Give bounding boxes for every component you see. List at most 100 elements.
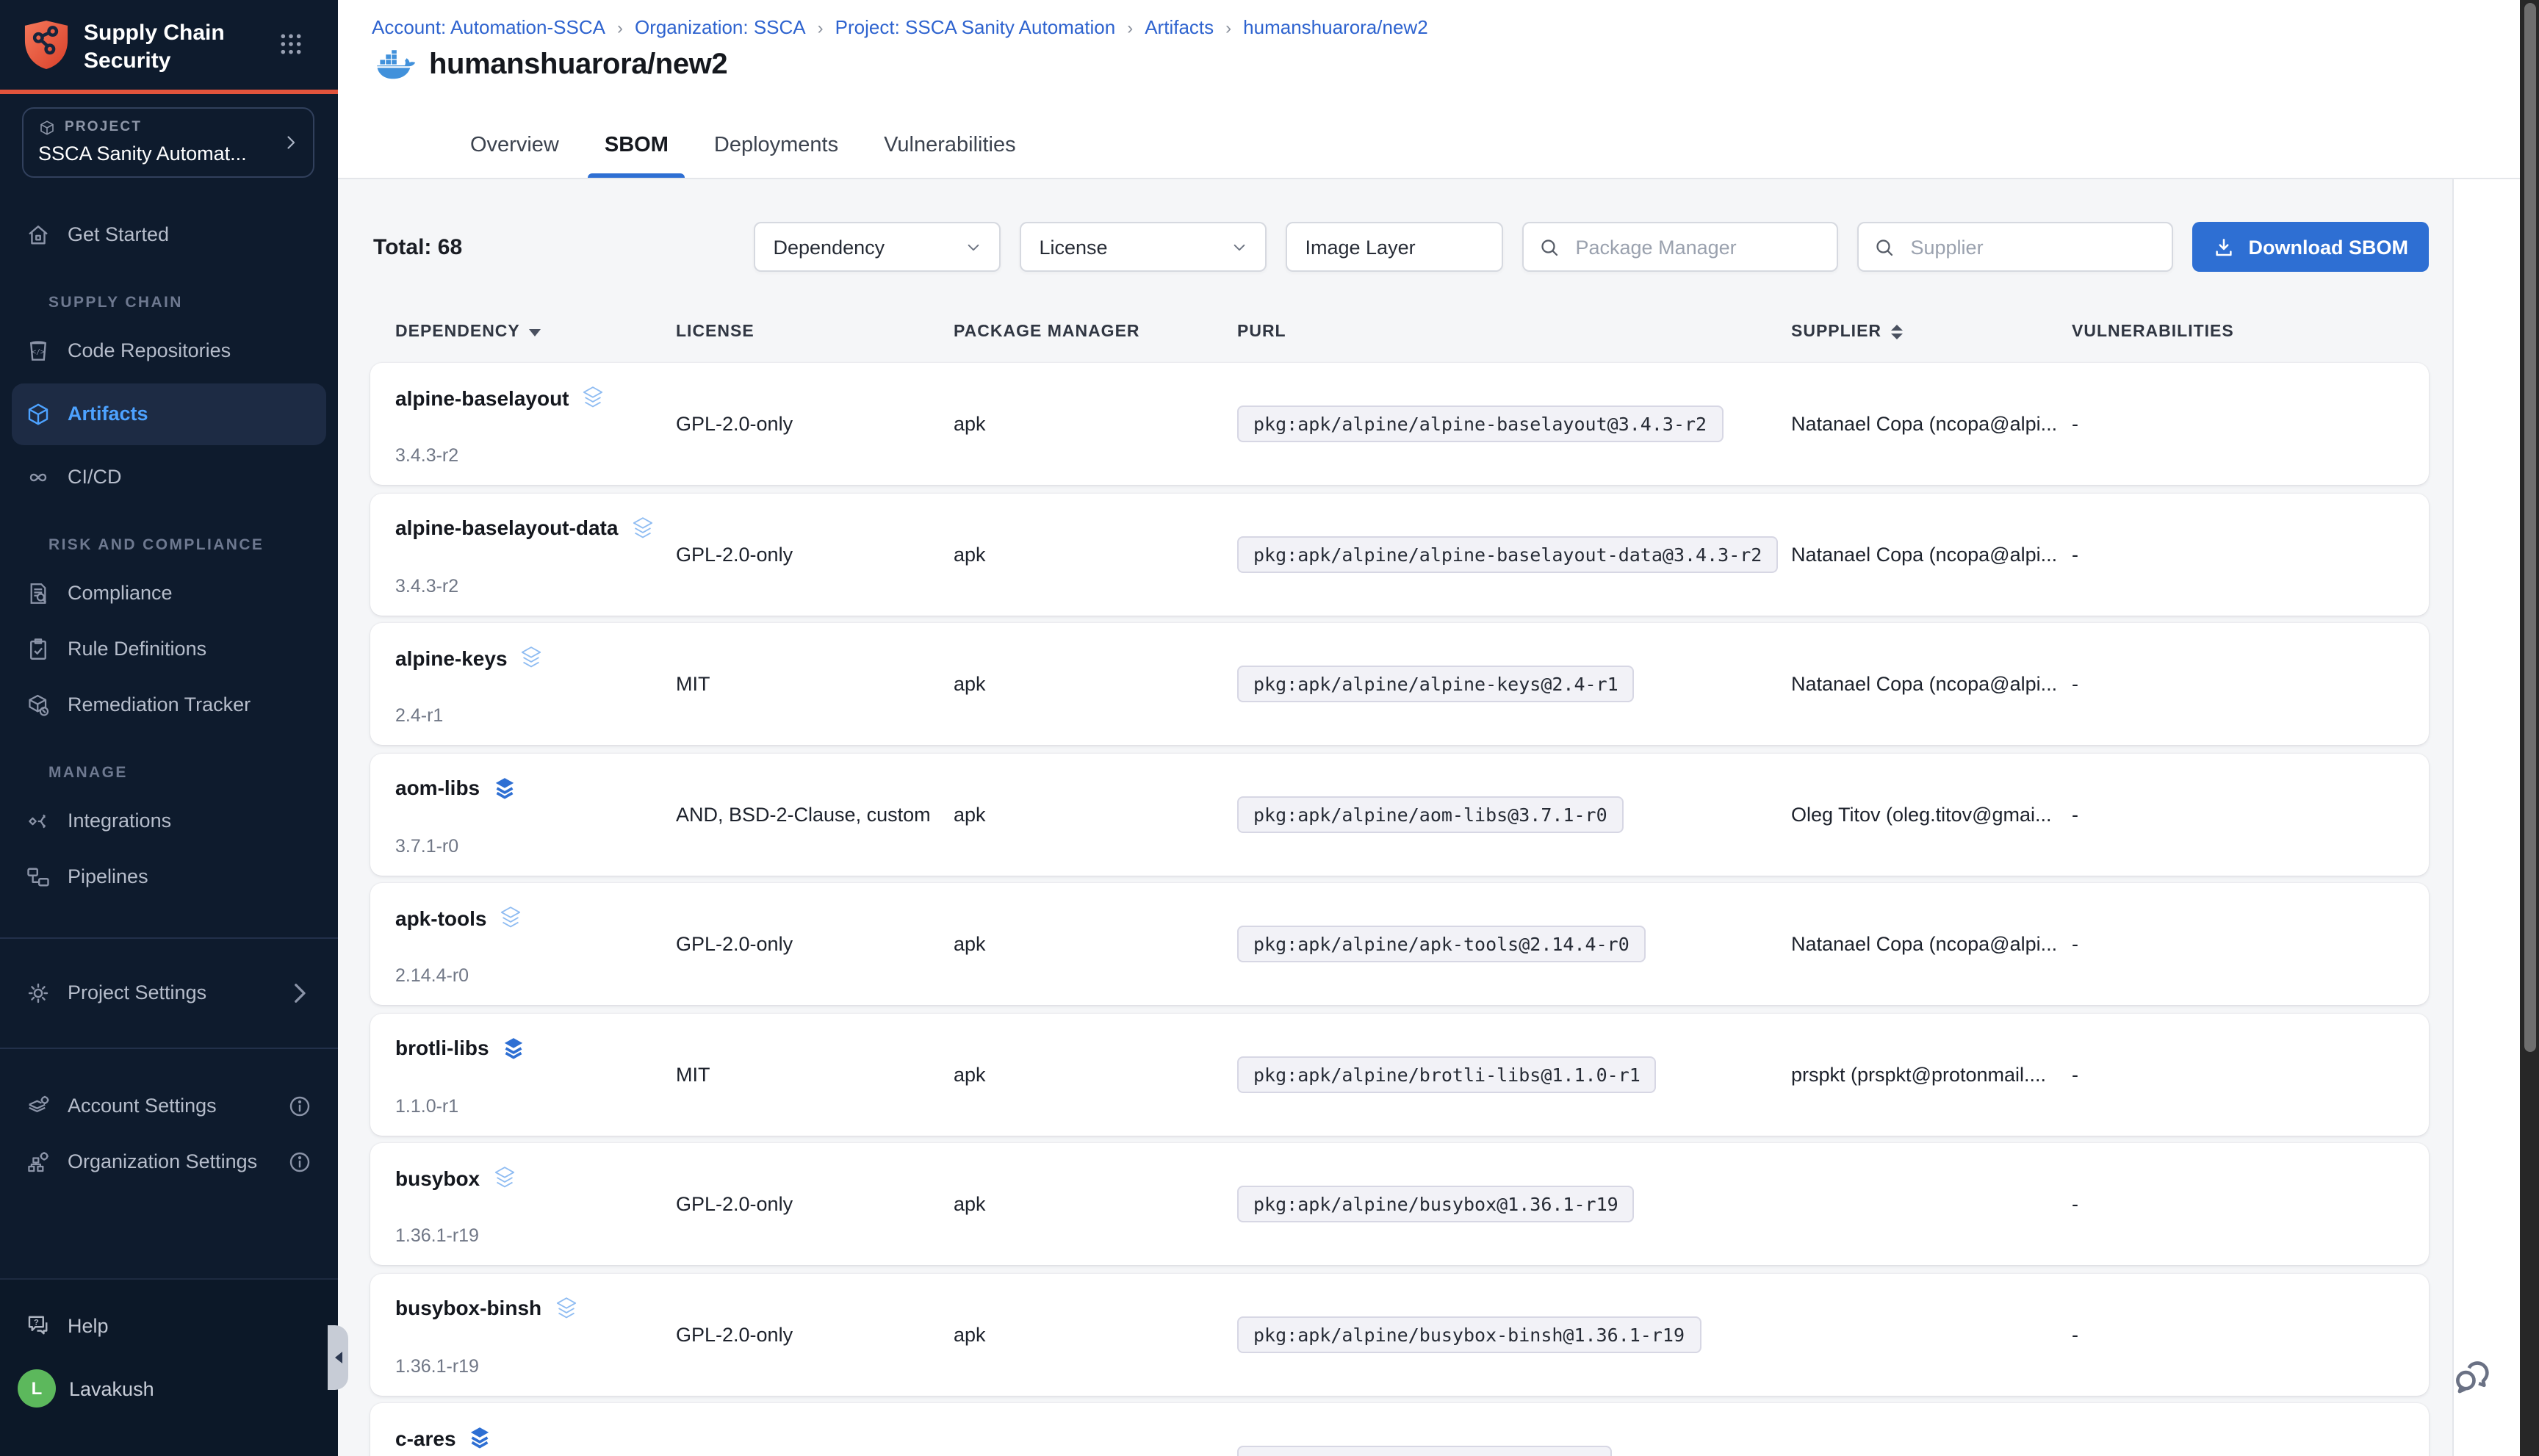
table-row[interactable]: alpine-baselayout-data 3.4.3-r2 GPL-2.0-… bbox=[370, 493, 2429, 615]
breadcrumb-separator: › bbox=[617, 17, 623, 37]
supplier-cell: Natanael Copa (ncopa@alpi... bbox=[1791, 673, 2072, 695]
image-layer-icon bbox=[630, 515, 655, 540]
scrollbar-thumb[interactable] bbox=[2524, 3, 2535, 1052]
project-selector[interactable]: PROJECT SSCA Sanity Automat... bbox=[22, 107, 314, 177]
breadcrumb-link[interactable]: Project: SSCA Sanity Automation bbox=[835, 16, 1116, 38]
breadcrumb-link[interactable]: Organization: SSCA bbox=[635, 16, 806, 38]
document-search-icon bbox=[25, 580, 51, 606]
page-scrollbar[interactable] bbox=[2520, 0, 2539, 1456]
chevron-right-icon bbox=[287, 979, 313, 1006]
breadcrumb-link[interactable]: humanshuarora/new2 bbox=[1243, 16, 1428, 38]
purl-chip[interactable]: pkg:apk/alpine/busybox@1.36.1-r19 bbox=[1237, 1186, 1635, 1222]
table-row[interactable]: c-ares MIT apk pkg:apk/alpine/c-ares@1.2… bbox=[370, 1403, 2429, 1456]
download-sbom-button[interactable]: Download SBOM bbox=[2193, 222, 2430, 272]
sidebar-item-rule-definitions[interactable]: Rule Definitions bbox=[0, 621, 338, 677]
breadcrumb-link[interactable]: Artifacts bbox=[1145, 16, 1214, 38]
table-row[interactable]: apk-tools 2.14.4-r0 GPL-2.0-only apk pkg… bbox=[370, 883, 2429, 1005]
tab-vulnerabilities[interactable]: Vulnerabilities bbox=[881, 122, 1018, 178]
sidebar-item-compliance[interactable]: Compliance bbox=[0, 565, 338, 621]
dependency-name: aom-libs bbox=[395, 776, 480, 799]
license-cell: MIT bbox=[676, 1063, 954, 1085]
total-count: Total: 68 bbox=[373, 234, 462, 259]
purl-cell: pkg:apk/alpine/aom-libs@3.7.1-r0 bbox=[1237, 796, 1791, 832]
user-name: Lavakush bbox=[69, 1377, 154, 1399]
project-name: SSCA Sanity Automat... bbox=[38, 142, 298, 164]
sbom-content: Total: 68 Dependency License Image Layer bbox=[338, 178, 2539, 1456]
infinity-icon bbox=[25, 464, 51, 490]
column-supplier[interactable]: SUPPLIER bbox=[1791, 323, 2072, 341]
chat-support-icon[interactable] bbox=[2448, 1353, 2498, 1403]
table-row[interactable]: brotli-libs 1.1.0-r1 MIT apk pkg:apk/alp… bbox=[370, 1013, 2429, 1135]
purl-chip[interactable]: pkg:apk/alpine/alpine-baselayout@3.4.3-r… bbox=[1237, 406, 1723, 442]
sidebar-collapse-handle[interactable] bbox=[328, 1325, 348, 1390]
sidebar-item-code-repositories[interactable]: Code Repositories bbox=[0, 322, 338, 378]
tab-deployments[interactable]: Deployments bbox=[711, 122, 841, 178]
dependency-name: alpine-baselayout bbox=[395, 386, 569, 409]
package-manager-search bbox=[1523, 222, 1839, 272]
image-layer-filter-dropdown[interactable]: Image Layer bbox=[1286, 222, 1504, 272]
chevron-down-icon bbox=[1232, 239, 1248, 255]
dependency-filter-dropdown[interactable]: Dependency bbox=[755, 222, 1001, 272]
purl-chip[interactable]: pkg:apk/alpine/aom-libs@3.7.1-r0 bbox=[1237, 796, 1624, 832]
package-manager-search-input[interactable] bbox=[1573, 234, 1823, 259]
table-row[interactable]: aom-libs 3.7.1-r0 AND, BSD-2-Clause, cus… bbox=[370, 753, 2429, 875]
table-row[interactable]: alpine-baselayout 3.4.3-r2 GPL-2.0-only … bbox=[370, 363, 2429, 485]
sidebar-item-get-started[interactable]: Get Started bbox=[0, 206, 338, 262]
package-manager-cell: apk bbox=[954, 1063, 1237, 1085]
sidebar-item-project-settings[interactable]: Project Settings bbox=[0, 965, 338, 1020]
sidebar-item-remediation-tracker[interactable]: Remediation Tracker bbox=[0, 677, 338, 732]
table-row[interactable]: busybox 1.36.1-r19 GPL-2.0-only apk pkg:… bbox=[370, 1143, 2429, 1265]
purl-chip[interactable]: pkg:apk/alpine/c-ares@1.27.0-r0 bbox=[1237, 1446, 1613, 1456]
dependency-filter-label: Dependency bbox=[774, 236, 885, 258]
dependency-name: c-ares bbox=[395, 1426, 456, 1449]
sidebar-item-cicd[interactable]: CI/CD bbox=[0, 449, 338, 505]
sort-desc-icon bbox=[529, 328, 541, 336]
tab-overview[interactable]: Overview bbox=[467, 122, 562, 178]
download-sbom-label: Download SBOM bbox=[2249, 236, 2409, 258]
filter-group: Dependency License Image Layer bbox=[755, 222, 2430, 272]
user-menu[interactable]: L Lavakush bbox=[0, 1359, 338, 1418]
purl-chip[interactable]: pkg:apk/alpine/apk-tools@2.14.4-r0 bbox=[1237, 926, 1646, 962]
sidebar-item-pipelines[interactable]: Pipelines bbox=[0, 848, 338, 904]
sidebar-item-artifacts[interactable]: Artifacts bbox=[12, 383, 326, 444]
supplier-search-input[interactable] bbox=[1908, 234, 2158, 259]
image-layer-filter-label: Image Layer bbox=[1305, 236, 1416, 258]
app-root: Total: 68 Dependency License Image Layer bbox=[0, 0, 2539, 1456]
vulnerabilities-cell: - bbox=[2072, 933, 2429, 955]
breadcrumb-link[interactable]: Account: Automation-SSCA bbox=[372, 16, 605, 38]
supplier-cell: Oleg Titov (oleg.titov@gmai... bbox=[1791, 803, 2072, 825]
page-header: Account: Automation-SSCA › Organization: S… bbox=[338, 0, 2539, 179]
table-row[interactable]: busybox-binsh 1.36.1-r19 GPL-2.0-only ap… bbox=[370, 1273, 2429, 1395]
purl-chip[interactable]: pkg:apk/alpine/brotli-libs@1.1.0-r1 bbox=[1237, 1056, 1657, 1092]
organization-settings-icon bbox=[25, 1148, 51, 1175]
gear-icon bbox=[25, 979, 51, 1006]
column-license: LICENSE bbox=[676, 323, 954, 341]
table-row[interactable]: alpine-keys 2.4-r1 MIT apk pkg:apk/alpin… bbox=[370, 623, 2429, 745]
supplier-cell: prspkt (prspkt@protonmail.... bbox=[1791, 1063, 2072, 1085]
dependency-cell: alpine-keys 2.4-r1 bbox=[395, 623, 676, 745]
dependency-name: alpine-keys bbox=[395, 646, 508, 669]
purl-chip[interactable]: pkg:apk/alpine/alpine-baselayout-data@3.… bbox=[1237, 536, 1778, 572]
module-grid-icon[interactable] bbox=[279, 32, 303, 56]
sidebar-item-account-settings[interactable]: Account Settings bbox=[0, 1078, 338, 1134]
box-wrench-icon bbox=[25, 691, 51, 718]
dependency-version: 2.4-r1 bbox=[395, 705, 676, 726]
sidebar-item-integrations[interactable]: Integrations bbox=[0, 793, 338, 848]
purl-chip[interactable]: pkg:apk/alpine/alpine-keys@2.4-r1 bbox=[1237, 666, 1635, 702]
info-icon bbox=[287, 1092, 313, 1119]
dependency-name: alpine-baselayout-data bbox=[395, 516, 618, 539]
license-filter-label: License bbox=[1040, 236, 1108, 258]
docker-icon bbox=[376, 50, 416, 81]
image-layer-icon bbox=[581, 385, 606, 410]
tab-sbom[interactable]: SBOM bbox=[602, 122, 671, 178]
sidebar-item-organization-settings[interactable]: Organization Settings bbox=[0, 1134, 338, 1189]
vulnerabilities-cell: - bbox=[2072, 1063, 2429, 1085]
package-manager-cell: apk bbox=[954, 543, 1237, 565]
column-dependency[interactable]: DEPENDENCY bbox=[395, 323, 676, 341]
tab-bar: Overview SBOM Deployments Vulnerabilitie… bbox=[467, 122, 1019, 178]
license-filter-dropdown[interactable]: License bbox=[1020, 222, 1267, 272]
purl-chip[interactable]: pkg:apk/alpine/busybox-binsh@1.36.1-r19 bbox=[1237, 1316, 1701, 1352]
help-button[interactable]: Help bbox=[0, 1297, 338, 1353]
search-icon bbox=[1539, 236, 1561, 258]
package-manager-cell: apk bbox=[954, 673, 1237, 695]
